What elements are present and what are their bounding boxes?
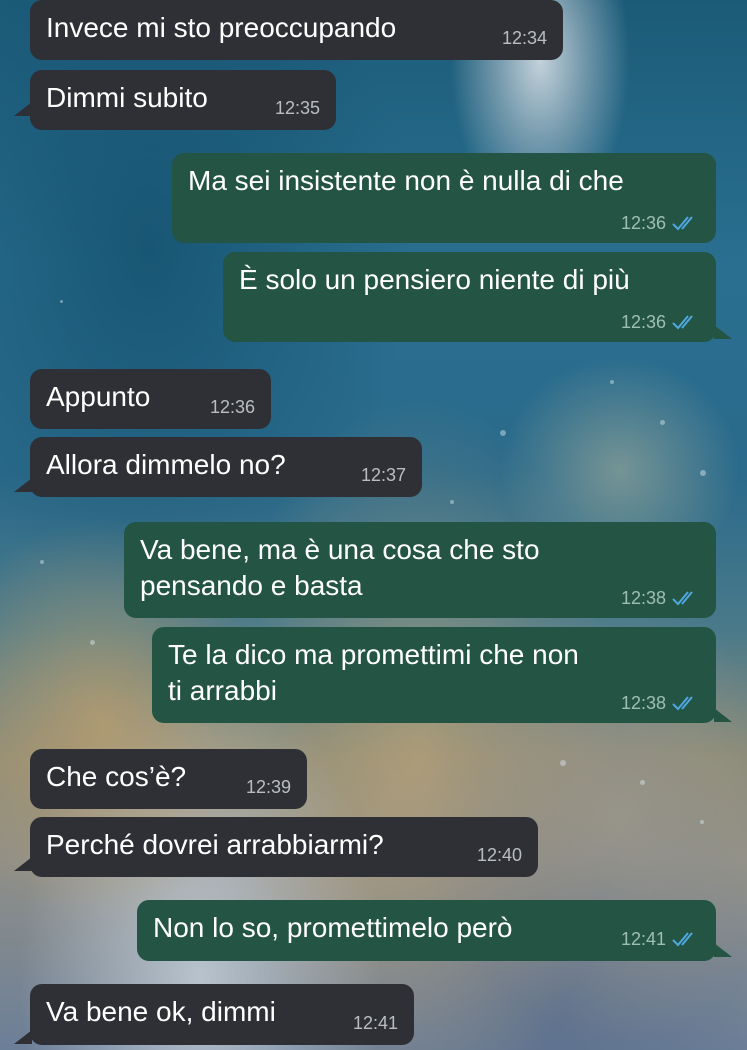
message-text: Va bene, ma è una cosa che sto pensando … (140, 534, 540, 601)
incoming-message[interactable]: Perché dovrei arrabbiarmi? 12:40 (30, 817, 538, 877)
incoming-message[interactable]: Che cos’è? 12:39 (30, 749, 307, 809)
message-time: 12:36 (209, 397, 255, 417)
message-text: È solo un pensiero niente di più (239, 264, 630, 295)
message-text: Ma sei insistente non è nulla di che (188, 165, 624, 196)
incoming-message[interactable]: Invece mi sto preoccupando 12:34 (30, 0, 563, 60)
message-time: 12:41 (352, 1013, 398, 1033)
outgoing-message[interactable]: Va bene, ma è una cosa che sto pensando … (124, 522, 716, 618)
read-ticks-icon (672, 591, 693, 606)
message-time: 12:41 (620, 929, 666, 949)
outgoing-message[interactable]: Non lo so, promettimelo però 12:41 (137, 900, 716, 961)
message-time: 12:40 (476, 845, 522, 865)
incoming-message[interactable]: Dimmi subito 12:35 (30, 70, 336, 130)
message-time: 12:38 (620, 693, 666, 713)
bubble-tail (714, 943, 732, 957)
message-text: Invece mi sto preoccupando (46, 12, 397, 43)
message-time: 12:39 (245, 777, 291, 797)
message-text: Va bene ok, dimmi (46, 996, 276, 1027)
message-text: Perché dovrei arrabbiarmi? (46, 829, 384, 860)
incoming-message[interactable]: Va bene ok, dimmi 12:41 (30, 984, 414, 1045)
incoming-message[interactable]: Appunto 12:36 (30, 369, 271, 429)
read-ticks-icon (672, 932, 693, 947)
message-time: 12:35 (274, 98, 320, 118)
outgoing-message[interactable]: Te la dico ma promettimi che non ti arra… (152, 627, 716, 723)
message-time: 12:36 (620, 213, 666, 233)
bubble-tail (714, 325, 732, 339)
message-text: Non lo so, promettimelo però (153, 912, 513, 943)
message-list[interactable]: Invece mi sto preoccupando 12:34 Dimmi s… (0, 0, 747, 1050)
incoming-message[interactable]: Allora dimmelo no? 12:37 (30, 437, 422, 497)
outgoing-message[interactable]: Ma sei insistente non è nulla di che 12:… (172, 153, 716, 243)
outgoing-message[interactable]: È solo un pensiero niente di più 12:36 (223, 252, 716, 342)
message-time: 12:36 (620, 312, 666, 332)
message-time: 12:34 (501, 28, 547, 48)
message-text: Allora dimmelo no? (46, 449, 286, 480)
read-ticks-icon (672, 315, 693, 330)
bubble-tail (714, 708, 732, 722)
read-ticks-icon (672, 696, 693, 711)
message-time: 12:37 (360, 465, 406, 485)
message-time: 12:38 (620, 588, 666, 608)
read-ticks-icon (672, 216, 693, 231)
